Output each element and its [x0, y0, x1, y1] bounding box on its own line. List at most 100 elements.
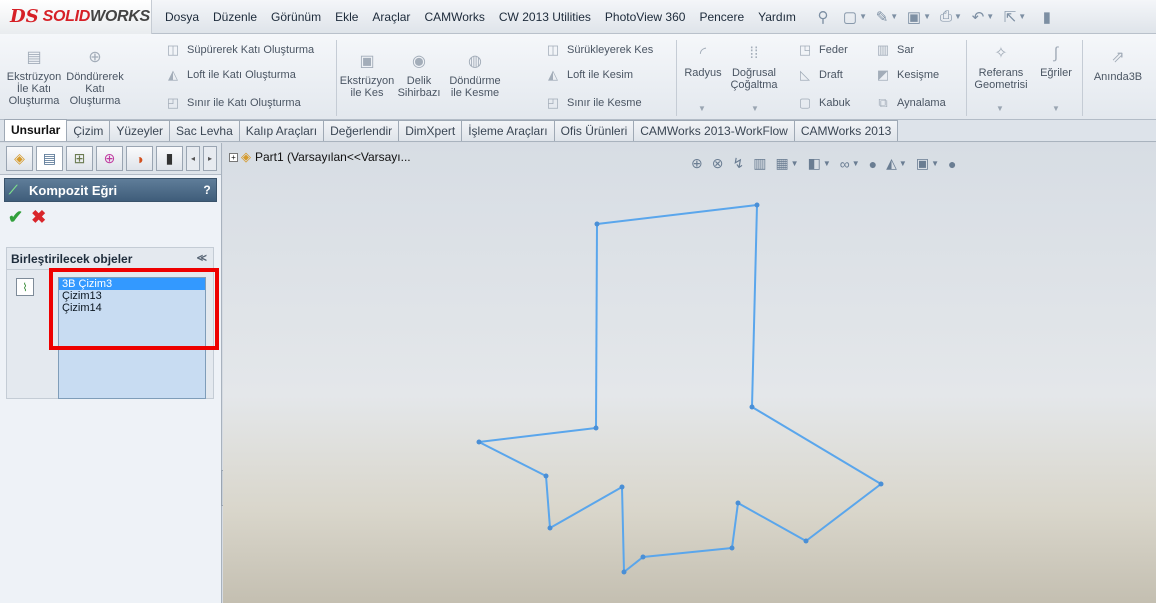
- camworks-icon[interactable]: ▮: [156, 146, 183, 171]
- tab-features[interactable]: Unsurlar: [4, 119, 68, 141]
- extrude-cut-button[interactable]: ▣ Ekstrüzyon ile Kes: [340, 52, 394, 100]
- rebuild-icon[interactable]: ▮: [1033, 6, 1061, 28]
- instant3d-button[interactable]: ⇗ Anında3B: [1086, 48, 1150, 84]
- sketch-segment[interactable]: [642, 547, 733, 558]
- sketch-segment[interactable]: [623, 556, 644, 573]
- loft-cut-icon: ◭: [548, 67, 558, 82]
- sketch-segment[interactable]: [545, 475, 551, 529]
- sketch-point[interactable]: [476, 439, 482, 445]
- loft-cut-button[interactable]: ◭ Loft ile Kesim: [544, 67, 633, 83]
- tab-machining-tools[interactable]: İşleme Araçları: [461, 120, 555, 141]
- menu-window[interactable]: Pencere: [692, 0, 751, 34]
- sketch-segment[interactable]: [751, 406, 882, 485]
- toolbar-separator: [676, 40, 677, 116]
- tab-evaluate[interactable]: Değerlendir: [323, 120, 400, 141]
- feature-manager-icon[interactable]: ◈: [6, 146, 33, 171]
- draft-button[interactable]: ◺ Draft: [796, 67, 843, 83]
- collapse-chevron-icon[interactable]: ≪: [197, 253, 207, 264]
- sketch-segment[interactable]: [478, 427, 597, 443]
- curves-dropdown-icon[interactable]: ▼: [1052, 104, 1060, 113]
- menu-edit[interactable]: Düzenle: [206, 0, 264, 34]
- menu-camworks[interactable]: CAMWorks: [417, 0, 491, 34]
- sketch-point[interactable]: [729, 545, 735, 551]
- sketch-point[interactable]: [619, 484, 625, 490]
- sketch-point[interactable]: [640, 554, 646, 560]
- menu-photoview[interactable]: PhotoView 360: [598, 0, 693, 34]
- undo-icon[interactable]: ↶ ▼: [969, 6, 997, 28]
- sketch-segment[interactable]: [805, 483, 882, 542]
- menu-file[interactable]: Dosya: [158, 0, 206, 34]
- hole-wizard-button[interactable]: ◉ Delik Sihirbazı: [392, 52, 446, 100]
- swept-boss-button[interactable]: ◫ Süpürerek Katı Oluşturma: [164, 42, 314, 58]
- menu-help[interactable]: Yardım: [751, 0, 803, 34]
- boundary-cut-button[interactable]: ◰ Sınır ile Kesme: [544, 95, 642, 111]
- dimxpert-manager-icon[interactable]: ⊕: [96, 146, 123, 171]
- boundary-boss-button[interactable]: ◰ Sınır ile Katı Oluşturma: [164, 95, 301, 111]
- tab-scroll-left-icon[interactable]: ◂: [186, 146, 200, 171]
- fillet-button[interactable]: ◜ Radyus: [680, 44, 726, 80]
- sketch-segment[interactable]: [549, 486, 623, 529]
- save-icon[interactable]: ▣ ▼: [905, 6, 933, 28]
- tab-scroll-right-icon[interactable]: ▸: [203, 146, 217, 171]
- mirror-button[interactable]: ⧉ Aynalama: [874, 95, 945, 111]
- revolve-boss-button[interactable]: ⊕ Döndürerek Katı Oluşturma: [62, 48, 128, 108]
- sketch-segment[interactable]: [737, 502, 807, 542]
- sketch-segment[interactable]: [596, 204, 758, 225]
- tab-sheet-metal[interactable]: Sac Levha: [169, 120, 240, 141]
- graphics-area[interactable]: + ◈ Part1 (Varsayılan<<Varsayı... ⊕ ⊗ ↯ …: [223, 143, 1156, 603]
- ok-icon[interactable]: ✔: [8, 207, 23, 228]
- rib-button[interactable]: ◳ Feder: [796, 42, 848, 58]
- tab-surfaces[interactable]: Yüzeyler: [109, 120, 171, 141]
- pin-icon[interactable]: ⚲: [809, 6, 837, 28]
- new-document-icon[interactable]: ▢ ▼: [841, 6, 869, 28]
- swept-cut-button[interactable]: ◫ Sürükleyerek Kes: [544, 42, 653, 58]
- print-icon[interactable]: ⎙ ▼: [937, 6, 965, 28]
- configuration-manager-icon[interactable]: ⊞: [66, 146, 93, 171]
- toolbar-separator: [336, 40, 337, 116]
- intersect-button[interactable]: ◩ Kesişme: [874, 67, 939, 83]
- menu-tools[interactable]: Araçlar: [365, 0, 417, 34]
- sketch-segment[interactable]: [478, 441, 547, 477]
- menu-view[interactable]: Görünüm: [264, 0, 328, 34]
- fillet-dropdown-icon[interactable]: ▼: [698, 104, 706, 113]
- shell-button[interactable]: ▢ Kabuk: [796, 95, 850, 111]
- sketch-segment[interactable]: [731, 502, 739, 549]
- extrude-boss-button[interactable]: ▤ Ekstrüzyon İle Katı Oluşturma: [4, 48, 64, 108]
- tab-mold-tools[interactable]: Kalıp Araçları: [238, 120, 325, 141]
- sketch-point[interactable]: [543, 473, 549, 479]
- sketch-segment[interactable]: [621, 486, 625, 573]
- tab-camworks[interactable]: CAMWorks 2013: [793, 120, 899, 141]
- tab-office-products[interactable]: Ofis Ürünleri: [553, 120, 635, 141]
- select-icon[interactable]: ⇱ ▼: [1001, 6, 1029, 28]
- sketch-point[interactable]: [621, 569, 627, 575]
- sketch-point[interactable]: [803, 538, 809, 544]
- pattern-dropdown-icon[interactable]: ▼: [751, 104, 759, 113]
- help-button[interactable]: ?: [198, 180, 216, 200]
- reference-geometry-button[interactable]: ✧ Referans Geometrisi: [970, 44, 1032, 92]
- menu-insert[interactable]: Ekle: [328, 0, 365, 34]
- sketch-point[interactable]: [878, 481, 884, 487]
- tab-camworks-workflow[interactable]: CAMWorks 2013-WorkFlow: [633, 120, 795, 141]
- linear-pattern-button[interactable]: ⁞⁞ Doğrusal Çoğaltma: [728, 44, 780, 92]
- tab-sketch[interactable]: Çizim: [66, 120, 111, 141]
- sketch-segment[interactable]: [751, 204, 758, 408]
- loft-boss-button[interactable]: ◭ Loft ile Katı Oluşturma: [164, 67, 296, 83]
- reference-dropdown-icon[interactable]: ▼: [996, 104, 1004, 113]
- sketch-point[interactable]: [593, 425, 599, 431]
- revolve-cut-button[interactable]: ◍ Döndürme ile Kesme: [448, 52, 502, 100]
- sketch-point[interactable]: [754, 202, 760, 208]
- curves-button[interactable]: ∫ Eğriler: [1036, 44, 1076, 80]
- sketch-point[interactable]: [735, 500, 741, 506]
- sketch-point[interactable]: [594, 221, 600, 227]
- sketch-point[interactable]: [547, 525, 553, 531]
- display-manager-icon[interactable]: ◑: [126, 146, 153, 171]
- menu-cw-utilities[interactable]: CW 2013 Utilities: [492, 0, 598, 34]
- cancel-icon[interactable]: ✖: [31, 207, 46, 228]
- wrap-button[interactable]: ▥ Sar: [874, 42, 914, 58]
- sketch-point[interactable]: [749, 404, 755, 410]
- sketch-segment[interactable]: [595, 223, 598, 429]
- tab-dimxpert[interactable]: DimXpert: [398, 120, 463, 141]
- open-icon[interactable]: ✎ ▼: [873, 6, 901, 28]
- property-manager-icon[interactable]: ▤: [36, 146, 63, 171]
- entities-group-header[interactable]: Birleştirilecek objeler ≪: [7, 248, 213, 270]
